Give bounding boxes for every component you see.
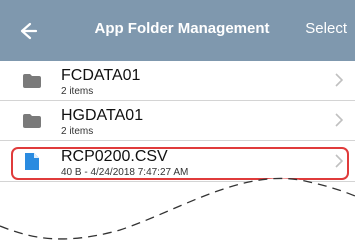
page-title: App Folder Management [94,20,270,37]
app-window: App Folder Management Select FCDATA01 2 … [0,0,355,240]
back-button[interactable] [16,19,40,43]
folder-icon [23,114,41,128]
item-detail: 2 items [61,86,94,97]
item-name: HGDATA01 [61,107,144,124]
chevron-right-icon [335,113,343,127]
torn-edge [0,177,355,240]
nav-header: App Folder Management Select [0,0,355,61]
folder-icon [23,74,41,88]
select-button[interactable]: Select [305,20,347,37]
item-name: FCDATA01 [61,67,141,84]
list-item-fcdata01[interactable]: FCDATA01 2 items [0,61,355,101]
chevron-right-icon [335,73,343,87]
back-arrow-icon [20,22,38,40]
list-item-hgdata01[interactable]: HGDATA01 2 items [0,101,355,141]
item-detail: 2 items [61,126,94,137]
